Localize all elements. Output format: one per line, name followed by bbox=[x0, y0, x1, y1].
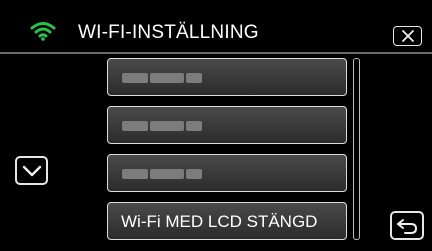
chevron-down-icon bbox=[22, 165, 41, 176]
scrollbar[interactable] bbox=[353, 58, 360, 240]
masked-ssid bbox=[122, 165, 204, 182]
wifi-lcd-off-item[interactable]: Wi-Fi MED LCD STÄNGD bbox=[107, 202, 347, 240]
close-icon bbox=[401, 30, 414, 42]
masked-ssid bbox=[122, 69, 204, 86]
return-arrow-icon bbox=[397, 218, 418, 234]
network-list-item[interactable] bbox=[107, 106, 347, 144]
close-button[interactable] bbox=[393, 26, 422, 46]
back-button[interactable] bbox=[390, 211, 424, 240]
masked-ssid bbox=[122, 117, 204, 134]
page-title: WI-FI-INSTÄLLNING bbox=[78, 22, 259, 43]
network-list-item[interactable] bbox=[107, 58, 347, 96]
wifi-icon bbox=[30, 22, 56, 41]
network-list-item[interactable] bbox=[107, 154, 347, 192]
wifi-lcd-off-label: Wi-Fi MED LCD STÄNGD bbox=[121, 212, 318, 231]
header-divider bbox=[0, 52, 432, 54]
scroll-down-button[interactable] bbox=[15, 156, 48, 185]
header-bar: WI-FI-INSTÄLLNING bbox=[0, 0, 432, 52]
